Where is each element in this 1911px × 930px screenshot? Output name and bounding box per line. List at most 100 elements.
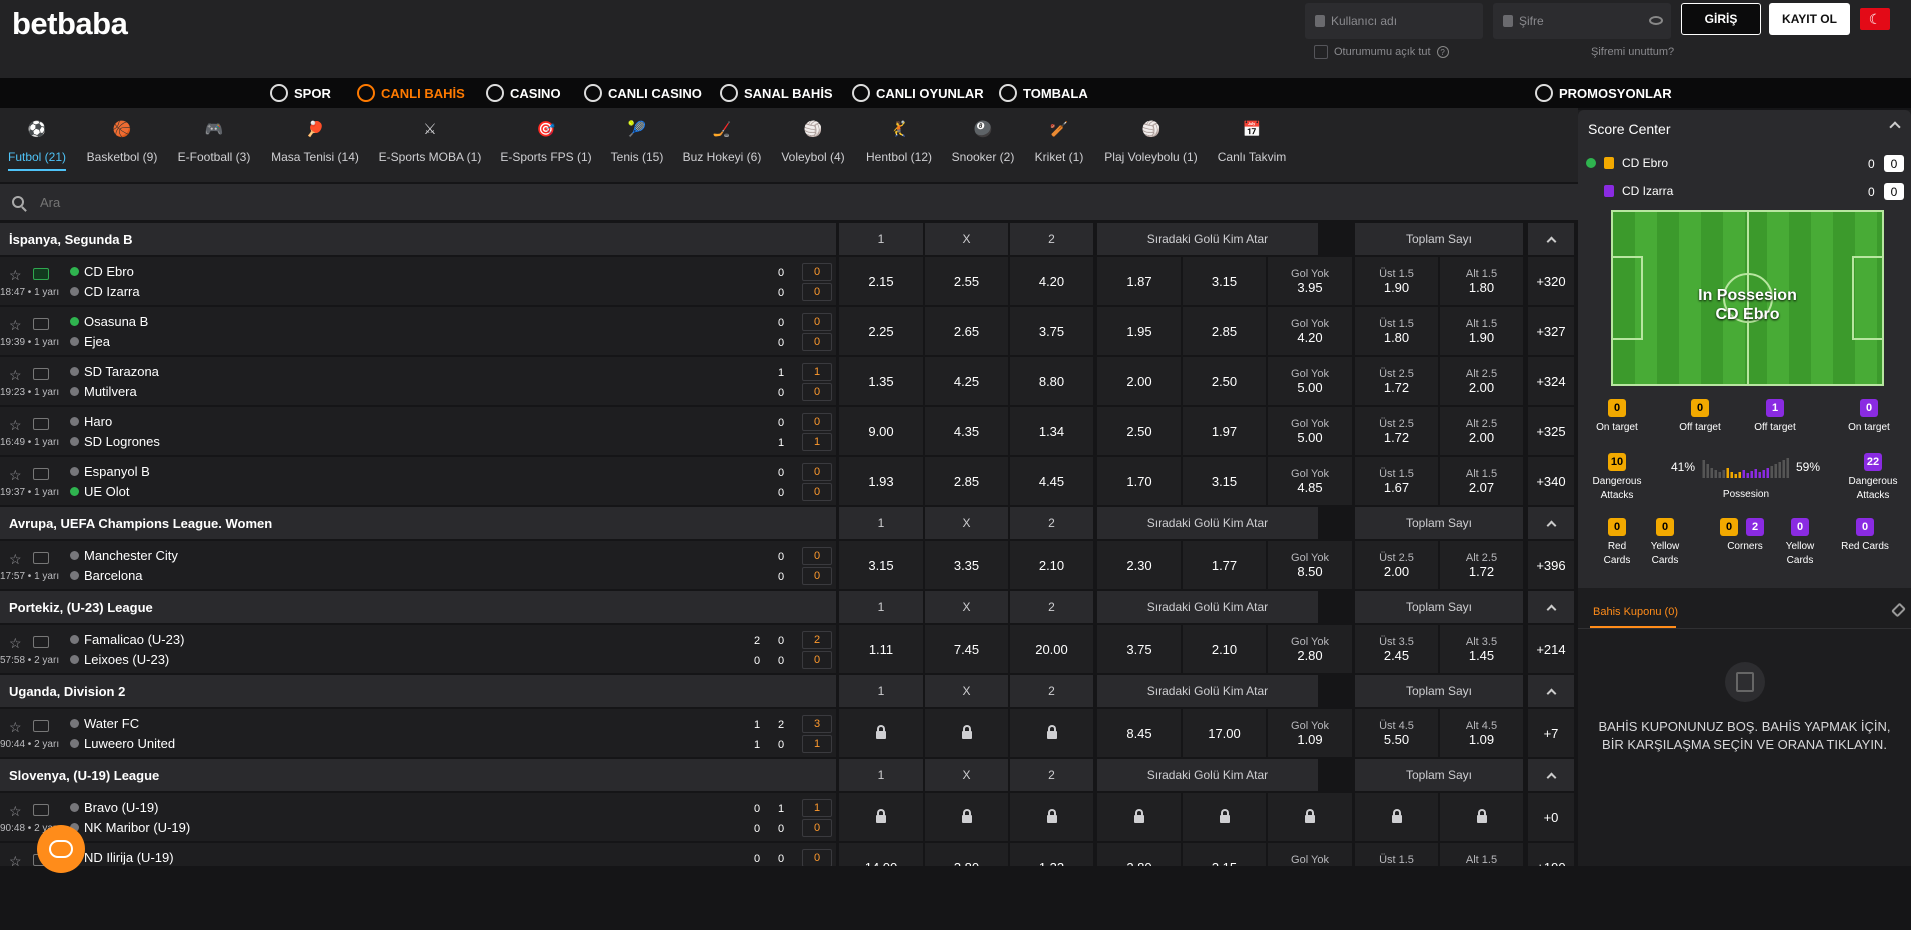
event-row[interactable]: ☆ 18:47 • 1 yarı CD Ebro CD Izarra 0 0 0 0 2.15 2…: [0, 257, 1578, 305]
next-goal-odds-button[interactable]: Gol Yok 3.95: [1268, 257, 1352, 305]
total-odds-button[interactable]: Alt 3.5 1.45: [1440, 625, 1523, 673]
sport-tab[interactable]: ⚽ Futbol (21): [7, 116, 67, 171]
chevron-up-icon[interactable]: [1889, 121, 1901, 133]
total-odds-button[interactable]: Alt 2.5 2.00: [1440, 407, 1523, 455]
odds-button[interactable]: 4.25: [925, 357, 1008, 405]
next-goal-odds-button[interactable]: 2.50: [1183, 357, 1266, 405]
total-odds-button[interactable]: Üst 1.5 1.67: [1355, 457, 1438, 505]
next-goal-odds-button[interactable]: 2.10: [1183, 625, 1266, 673]
event-row[interactable]: ☆ 90:48 • 2 yarı Bravo (U-19) NK Maribor (U…: [0, 793, 1578, 841]
odds-button[interactable]: 3.15: [839, 541, 923, 589]
sport-tab[interactable]: 🎱 Snooker (2): [952, 116, 1015, 164]
total-odds-button[interactable]: Üst 1.51.52: [1355, 843, 1438, 866]
nav-canli-bahis[interactable]: CANLI BAHİS: [357, 84, 465, 102]
more-markets-button[interactable]: +0: [1528, 793, 1574, 841]
odds-button[interactable]: [839, 793, 923, 841]
next-goal-odds-button[interactable]: 3.15: [1183, 257, 1266, 305]
total-odds-button[interactable]: [1440, 793, 1523, 841]
odds-button[interactable]: 1.35: [839, 357, 923, 405]
star-icon[interactable]: ☆: [9, 467, 22, 484]
sport-tab[interactable]: 📅 Canlı Takvim: [1218, 116, 1286, 164]
nav-canli-casino[interactable]: CANLI CASINO: [584, 84, 702, 102]
more-markets-button[interactable]: +320: [1528, 257, 1574, 305]
sport-tab[interactable]: ⚔ E-Sports MOBA (1): [379, 116, 482, 164]
more-markets-button[interactable]: +324: [1528, 357, 1574, 405]
star-icon[interactable]: ☆: [9, 417, 22, 434]
password-input[interactable]: [1519, 14, 1649, 28]
match-tracker-icon[interactable]: [33, 636, 49, 648]
next-goal-odds-button[interactable]: 2.30: [1097, 541, 1181, 589]
next-goal-odds-button[interactable]: 3.15: [1183, 843, 1266, 866]
next-goal-odds-button[interactable]: Gol Yok2.30: [1268, 843, 1352, 866]
odds-button[interactable]: 2.85: [925, 457, 1008, 505]
next-goal-odds-button[interactable]: 1.87: [1097, 257, 1181, 305]
total-odds-button[interactable]: Alt 1.5 2.07: [1440, 457, 1523, 505]
next-goal-odds-button[interactable]: 3.15: [1183, 457, 1266, 505]
next-goal-odds-button[interactable]: 2.50: [1097, 407, 1181, 455]
eye-icon[interactable]: [1649, 16, 1663, 25]
sport-tab[interactable]: 🏒 Buz Hokeyi (6): [683, 116, 762, 164]
star-icon[interactable]: ☆: [9, 803, 22, 820]
next-goal-odds-button[interactable]: 3.75: [1097, 625, 1181, 673]
sport-tab[interactable]: 🎮 E-Football (3): [178, 116, 251, 164]
odds-button[interactable]: 1.93: [839, 457, 923, 505]
odds-button[interactable]: 4.20: [1010, 257, 1093, 305]
collapse-button[interactable]: [1528, 759, 1574, 791]
odds-button[interactable]: 2.25: [839, 307, 923, 355]
odds-button[interactable]: 2.55: [925, 257, 1008, 305]
more-markets-button[interactable]: +396: [1528, 541, 1574, 589]
next-goal-odds-button[interactable]: Gol Yok 8.50: [1268, 541, 1352, 589]
nav-tombala[interactable]: TOMBALA: [999, 84, 1088, 102]
odds-button[interactable]: [1010, 793, 1093, 841]
info-icon[interactable]: ?: [1436, 46, 1449, 58]
odds-button[interactable]: 3.80: [925, 843, 1008, 866]
odds-button[interactable]: 9.00: [839, 407, 923, 455]
star-icon[interactable]: ☆: [9, 719, 22, 736]
odds-button[interactable]: 4.45: [1010, 457, 1093, 505]
sport-tab[interactable]: 🏐 Plaj Voleybolu (1): [1104, 116, 1197, 164]
total-odds-button[interactable]: Alt 4.5 1.09: [1440, 709, 1523, 757]
sport-tab[interactable]: 🏏 Kriket (1): [1035, 116, 1084, 164]
odds-button[interactable]: [925, 709, 1008, 757]
next-goal-odds-button[interactable]: Gol Yok 5.00: [1268, 357, 1352, 405]
next-goal-odds-button[interactable]: 1.77: [1183, 541, 1266, 589]
event-row[interactable]: ☆ 90:44 • 2 yarı Water FC Luweero United 1 2 1…: [0, 709, 1578, 757]
more-markets-button[interactable]: +214: [1528, 625, 1574, 673]
star-icon[interactable]: ☆: [9, 551, 22, 568]
odds-button[interactable]: [1010, 709, 1093, 757]
odds-button[interactable]: 1.11: [839, 625, 923, 673]
odds-button[interactable]: [839, 709, 923, 757]
next-goal-odds-button[interactable]: 1.95: [1097, 307, 1181, 355]
odds-button[interactable]: 2.10: [1010, 541, 1093, 589]
next-goal-odds-button[interactable]: Gol Yok 4.85: [1268, 457, 1352, 505]
next-goal-odds-button[interactable]: 2.85: [1183, 307, 1266, 355]
odds-button[interactable]: 1.34: [1010, 407, 1093, 455]
collapse-button[interactable]: [1528, 675, 1574, 707]
next-goal-odds-button[interactable]: [1183, 793, 1266, 841]
forgot-password-link[interactable]: Şifremi unuttum?: [1591, 46, 1674, 58]
sport-tab[interactable]: 🎯 E-Sports FPS (1): [500, 116, 591, 164]
match-tracker-icon[interactable]: [33, 468, 49, 480]
total-odds-button[interactable]: Üst 1.5 1.80: [1355, 307, 1438, 355]
total-odds-button[interactable]: Üst 2.5 1.72: [1355, 357, 1438, 405]
event-row[interactable]: ☆ 19:39 • 1 yarı Osasuna B Ejea 0 0 0 0 2.25 2.65…: [0, 307, 1578, 355]
next-goal-odds-button[interactable]: 17.00: [1183, 709, 1266, 757]
odds-button[interactable]: 7.45: [925, 625, 1008, 673]
total-odds-button[interactable]: Alt 1.5 1.90: [1440, 307, 1523, 355]
odds-button[interactable]: 1.32: [1010, 843, 1093, 866]
more-markets-button[interactable]: +340: [1528, 457, 1574, 505]
username-field[interactable]: [1305, 3, 1483, 39]
sport-tab[interactable]: 🏐 Voleybol (4): [781, 116, 844, 164]
star-icon[interactable]: ☆: [9, 317, 22, 334]
next-goal-odds-button[interactable]: 1.70: [1097, 457, 1181, 505]
odds-button[interactable]: 2.15: [839, 257, 923, 305]
star-icon[interactable]: ☆: [9, 267, 22, 284]
odds-button[interactable]: 2.65: [925, 307, 1008, 355]
total-odds-button[interactable]: Alt 2.5 1.72: [1440, 541, 1523, 589]
nav-casino[interactable]: CASINO: [486, 84, 561, 102]
star-icon[interactable]: ☆: [9, 853, 22, 866]
nav-promosyonlar[interactable]: PROMOSYONLAR: [1535, 84, 1672, 102]
total-odds-button[interactable]: Alt 1.5 1.80: [1440, 257, 1523, 305]
match-tracker-icon[interactable]: [33, 368, 49, 380]
event-row[interactable]: ☆ 57:58 • 2 yarı Famalicao (U-23) Leixoes (…: [0, 625, 1578, 673]
